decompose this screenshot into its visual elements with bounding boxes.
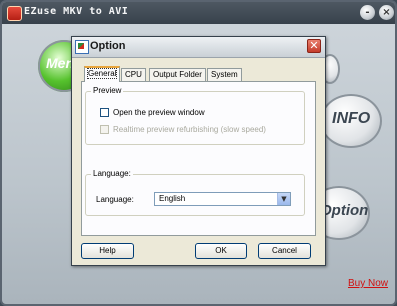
info-button[interactable]: INFO [320, 94, 382, 148]
preview-group-label: Preview [91, 86, 124, 95]
ok-button[interactable]: OK [195, 243, 247, 259]
help-button[interactable]: Help [81, 243, 134, 259]
tab-system[interactable]: System [207, 68, 242, 81]
language-group-label: Language: [91, 169, 133, 178]
minimize-button[interactable]: - [360, 5, 375, 20]
tab-general[interactable]: General [84, 66, 121, 82]
tab-general-label: General [86, 68, 118, 79]
dialog-close-button[interactable]: ✕ [307, 39, 321, 53]
option-dialog: Option ✕ General CPU Output Folder Syste… [71, 36, 326, 266]
cancel-button[interactable]: Cancel [258, 243, 311, 259]
realtime-refresh-label: Realtime preview refurbishing (slow spee… [113, 125, 266, 134]
language-select[interactable]: English ▼ [154, 192, 291, 206]
realtime-refresh-checkbox [100, 125, 109, 134]
preview-group: Preview Open the preview window Realtime… [85, 86, 305, 145]
tab-cpu[interactable]: CPU [121, 68, 146, 81]
buy-now-link[interactable]: Buy Now [348, 278, 388, 289]
open-preview-label[interactable]: Open the preview window [113, 108, 205, 117]
app-titlebar: EZuse MKV to AVI - × [2, 2, 395, 24]
dialog-app-icon [75, 40, 89, 54]
language-select-value: English [159, 194, 186, 203]
app-title: EZuse MKV to AVI [24, 6, 129, 17]
open-preview-checkbox[interactable] [100, 108, 109, 117]
general-tab-panel: Preview Open the preview window Realtime… [81, 81, 316, 236]
app-logo-icon [7, 6, 22, 21]
dialog-titlebar: Option ✕ [72, 37, 325, 58]
chevron-down-icon[interactable]: ▼ [277, 193, 290, 205]
option-button-label: Option [320, 202, 369, 219]
dialog-title: Option [90, 40, 126, 52]
tab-output-folder[interactable]: Output Folder [149, 68, 206, 81]
app-close-button[interactable]: × [379, 5, 394, 20]
language-field-label: Language: [96, 195, 134, 204]
info-button-label: INFO [332, 110, 371, 127]
